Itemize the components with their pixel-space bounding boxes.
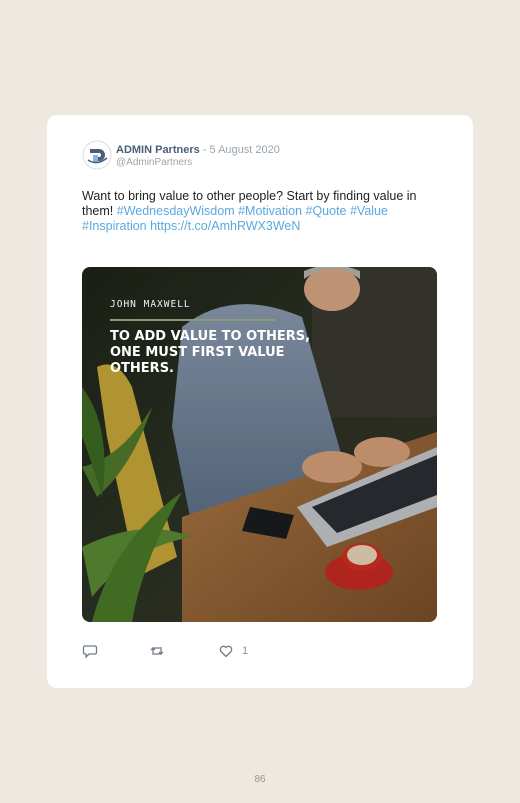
quote-author: JOHN MAXWELL (110, 299, 191, 310)
reply-icon (82, 645, 98, 659)
tweet-header: ADMIN Partners - 5 August 2020 (116, 144, 280, 156)
retweet-button[interactable] (149, 643, 165, 659)
author-handle[interactable]: @AdminPartners (116, 157, 192, 168)
like-button[interactable]: 1 (218, 643, 248, 659)
tweet-date[interactable]: - 5 August 2020 (203, 144, 280, 156)
tweet-image[interactable]: JOHN MAXWELL TO ADD VALUE TO OTHERS, ONE… (82, 267, 437, 622)
quote-text: TO ADD VALUE TO OTHERS, ONE MUST FIRST V… (110, 329, 311, 376)
page-number: 86 (254, 774, 266, 785)
tweet-card: ADMIN Partners - 5 August 2020 @AdminPar… (47, 115, 473, 688)
like-count: 1 (242, 645, 249, 657)
tweet-actions: 1 (82, 643, 282, 659)
heart-icon (219, 645, 233, 658)
admin-partners-logo-icon (82, 140, 112, 170)
tweet-text: Want to bring value to other people? Sta… (82, 189, 442, 234)
avatar[interactable] (82, 140, 112, 170)
tweet-hashtags-link[interactable]: #WednesdayWisdom #Motivation #Quote #Val… (82, 204, 388, 233)
author-name[interactable]: ADMIN Partners (116, 144, 200, 156)
reply-button[interactable] (82, 643, 98, 659)
quote-divider (110, 319, 275, 321)
retweet-icon (150, 647, 164, 655)
